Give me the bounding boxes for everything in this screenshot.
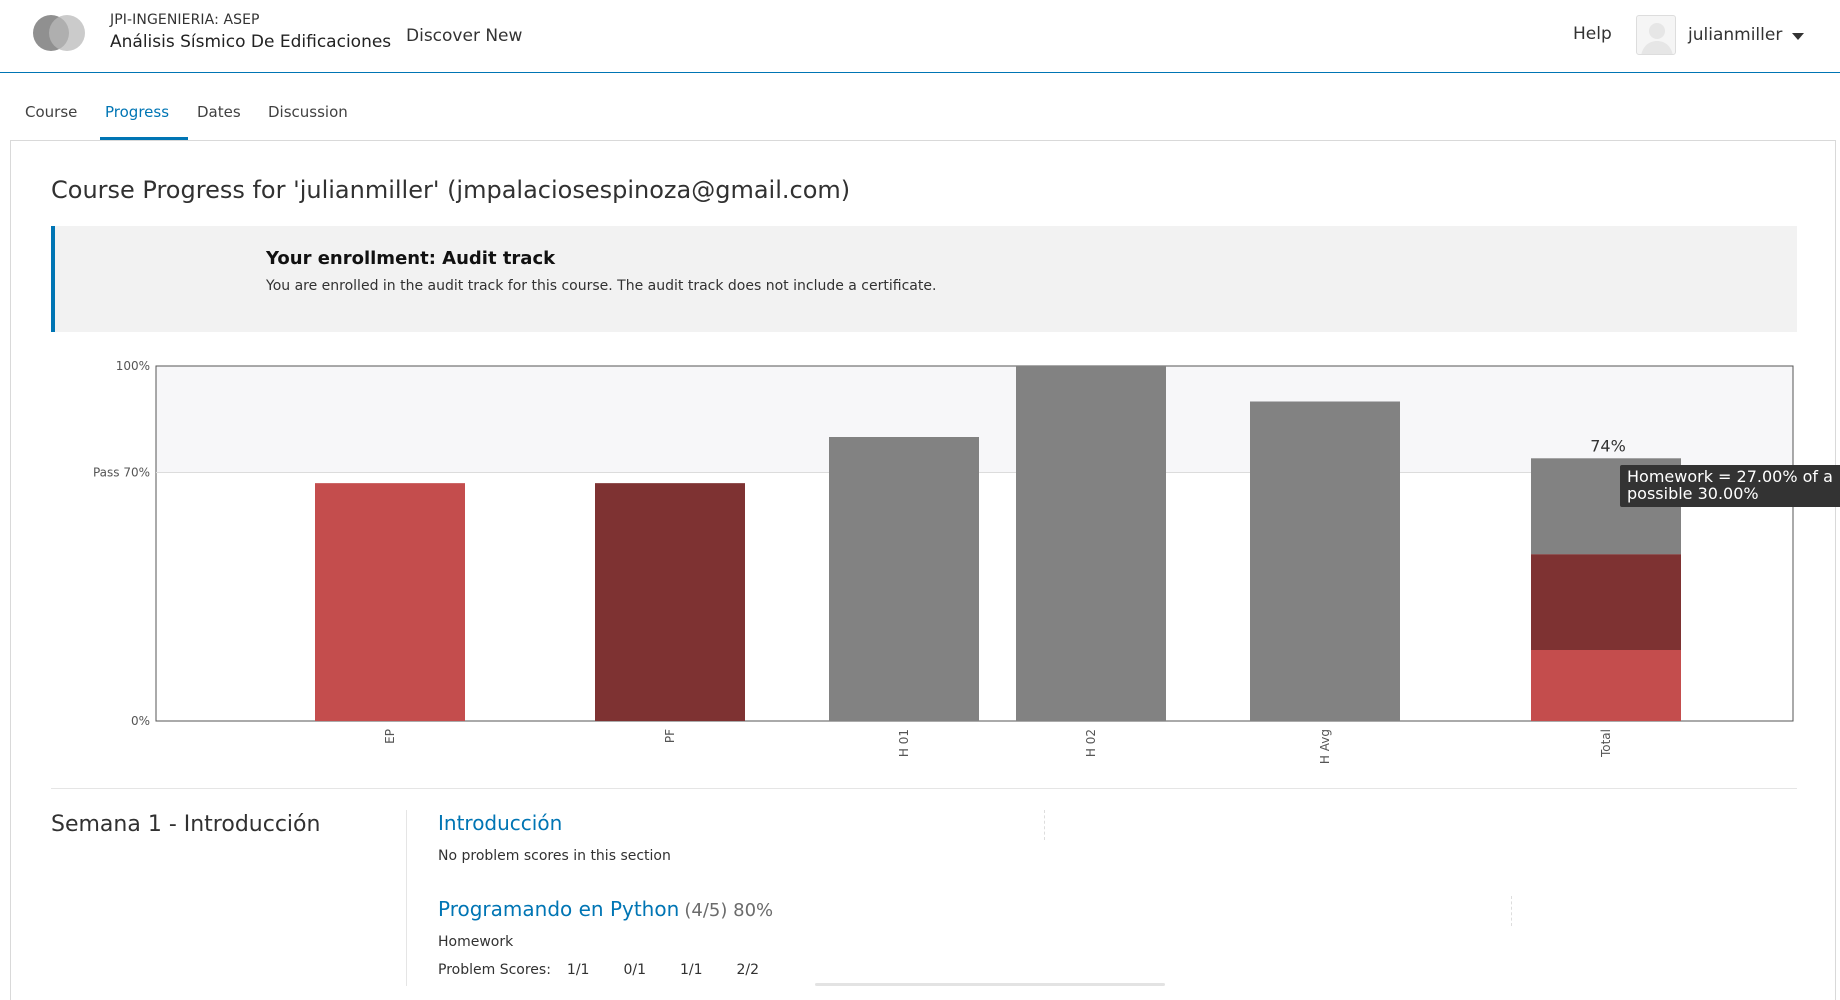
tab-course[interactable]: Course [25, 103, 77, 121]
chart-bar [595, 483, 745, 721]
dashed-divider [1044, 810, 1045, 840]
tab-dates[interactable]: Dates [197, 103, 241, 121]
y-tick-label: 0% [131, 714, 150, 728]
x-tick-label: H 01 [897, 729, 911, 757]
discover-new-link[interactable]: Discover New [406, 26, 522, 46]
x-tick-label: H 02 [1084, 729, 1098, 757]
section-divider [406, 810, 407, 986]
site-header: JPI-INGENIERIA: ASEP Análisis Sísmico De… [0, 0, 1840, 73]
x-tick-label: PF [663, 729, 677, 743]
chart-bar [1016, 366, 1166, 721]
problem-score: 2/2 [736, 962, 760, 978]
chart-bar-segment [1531, 650, 1681, 721]
problem-scores: Problem Scores: 1/1 0/1 1/1 2/2 [438, 962, 793, 978]
enrollment-banner: Your enrollment: Audit track You are enr… [51, 226, 1797, 332]
problem-scores-label: Problem Scores: [438, 962, 551, 978]
chart-tooltip: Homework = 27.00% of a possible 30.00% [1620, 465, 1840, 507]
chart-bar-segment [1531, 554, 1681, 650]
logo-icon[interactable] [32, 14, 88, 52]
x-tick-label: Total [1599, 729, 1613, 758]
chart-bar [315, 483, 465, 721]
subsection-python: Programando en Python (4/5) 80% [438, 897, 773, 921]
user-menu[interactable]: julianmiller [1636, 14, 1782, 56]
total-value-label: 74% [1590, 436, 1626, 455]
avatar[interactable] [1636, 15, 1676, 55]
subsection-python-link[interactable]: Programando en Python [438, 897, 679, 921]
x-tick-label: EP [383, 729, 397, 744]
assignment-type: Homework [438, 934, 514, 950]
problem-score: 0/1 [623, 962, 646, 978]
tooltip-line-2: possible 30.00% [1627, 484, 1759, 503]
help-link[interactable]: Help [1573, 24, 1612, 44]
y-tick-label: Pass 70% [93, 466, 150, 480]
x-tick-label: H Avg [1318, 729, 1332, 764]
divider [51, 788, 1797, 789]
course-tabs: Course Progress Dates Discussion [10, 73, 1836, 140]
dashed-divider [1511, 896, 1512, 926]
chevron-down-icon[interactable] [1791, 26, 1805, 45]
enrollment-text: You are enrolled in the audit track for … [266, 278, 937, 294]
problem-score: 1/1 [679, 962, 703, 978]
course-org: JPI-INGENIERIA: ASEP [110, 12, 260, 28]
username[interactable]: julianmiller [1688, 25, 1782, 45]
tab-discussion[interactable]: Discussion [268, 103, 348, 121]
no-scores-note: No problem scores in this section [438, 848, 671, 864]
problem-score: 1/1 [566, 962, 590, 978]
chart-bar [829, 437, 979, 721]
grade-chart: 0% Pass 70% 100% EP PF H 01 H 02 H Avg 74% Total [93, 359, 1794, 764]
section-title: Semana 1 - Introducción [51, 812, 321, 837]
course-title: Análisis Sísmico De Edificaciones [110, 32, 392, 52]
subsection-introduccion-link[interactable]: Introducción [438, 811, 562, 835]
enrollment-title: Your enrollment: Audit track [266, 248, 556, 269]
tab-progress[interactable]: Progress [105, 103, 169, 121]
tooltip-line-1: Homework = 27.00% of a [1627, 467, 1833, 486]
page-title: Course Progress for 'julianmiller' (jmpa… [51, 176, 851, 204]
chart-bar [1250, 401, 1400, 721]
subsection-score: (4/5) 80% [684, 900, 774, 921]
y-tick-label: 100% [116, 359, 150, 373]
